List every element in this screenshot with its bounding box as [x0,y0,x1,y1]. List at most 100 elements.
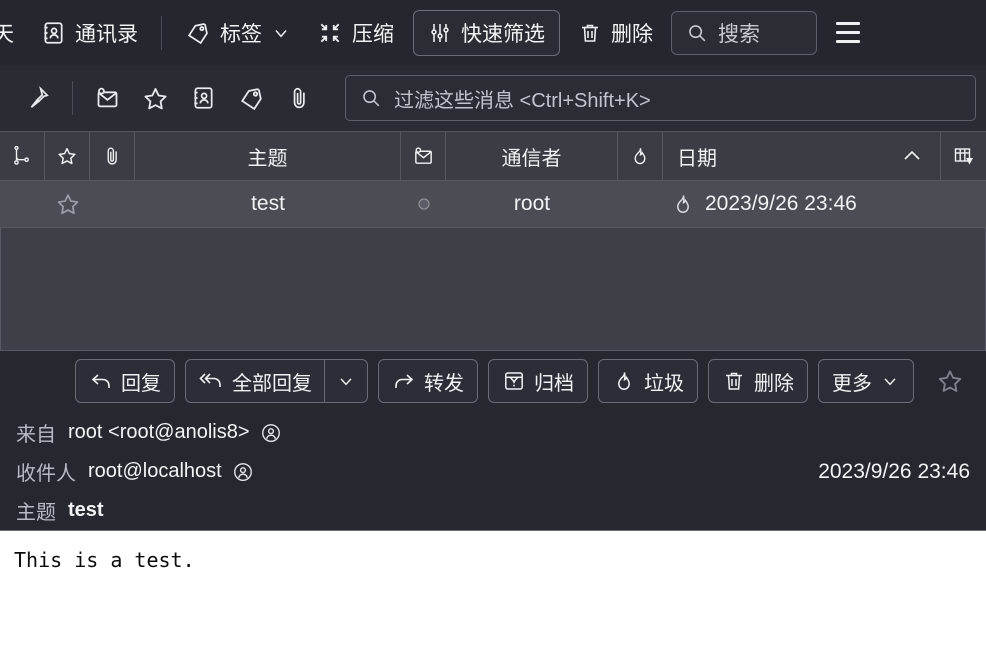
header-to-label: 收件人 [16,463,76,485]
filter-separator [72,81,73,115]
column-header-correspondent-label: 通信者 [501,147,562,170]
address-book-icon [40,20,66,46]
reply-button-label: 回复 [121,372,161,395]
chevron-up-icon [900,144,924,168]
trash-icon [578,21,602,45]
delete-button-label: 删除 [611,22,653,46]
junk-button[interactable]: 垃圾 [598,359,698,403]
tab-chat-label: 聊天 [0,22,14,46]
table-row[interactable]: test root 2023/9/26 23:46 [0,181,986,228]
thunderbird-window: 聊天 通讯录 标签 [0,0,986,660]
tab-address-book-label: 通讯录 [75,22,138,46]
top-toolbar: 聊天 通讯录 标签 [0,0,986,65]
delete-button-label: 删除 [754,372,794,395]
message-body-pane[interactable]: This is a test. [0,530,986,660]
search-icon [686,22,708,44]
contact-circle-icon[interactable] [260,422,282,444]
junk-button-label: 垃圾 [644,372,684,395]
compress-button[interactable]: 压缩 [304,11,407,55]
trash-icon [722,369,746,393]
row-date-cell: 2023/9/26 23:46 [663,192,941,216]
column-header-thread[interactable] [0,132,45,180]
tab-address-book[interactable]: 通讯录 [27,11,151,55]
search-icon [360,87,382,109]
column-header-junk[interactable] [618,132,663,180]
tag-icon [185,20,211,46]
message-star-toggle[interactable] [928,359,972,403]
header-from-value[interactable]: root <root@anolis8> [68,421,250,444]
column-header-correspondent[interactable]: 通信者 [446,132,618,180]
forward-button[interactable]: 转发 [378,359,478,403]
column-header-subject[interactable]: 主题 [135,132,401,180]
column-header-date[interactable]: 日期 [663,132,941,180]
delete-button[interactable]: 删除 [708,359,808,403]
message-list-column-headers: 主题 通信者 日期 [0,131,986,181]
thread-icon [11,145,33,167]
column-header-unread[interactable] [401,132,446,180]
reply-all-split-button: 全部回复 [185,359,368,403]
reply-all-icon [198,369,224,393]
quick-filter-label: 快速筛选 [461,22,545,46]
reply-all-button[interactable]: 全部回复 [186,360,324,402]
header-subject-row: 主题 test [16,491,970,530]
unread-envelope-icon [412,145,435,168]
header-subject-label: 主题 [16,502,56,524]
archive-icon [502,369,526,393]
header-to-value[interactable]: root@localhost [88,460,222,483]
reply-icon [89,369,113,393]
tag-icon[interactable] [227,74,275,122]
row-subject: test [251,192,285,215]
header-subject-value: test [68,499,104,521]
header-from-row: 来自 root <root@anolis8> [16,413,970,452]
sliders-icon [428,21,452,45]
compress-icon [317,20,343,46]
tab-chat[interactable]: 聊天 [0,11,27,55]
column-header-starred[interactable] [45,132,90,180]
archive-button-label: 归档 [534,372,574,395]
row-correspondent: root [513,192,551,215]
search-input[interactable]: 搜索 [671,10,817,55]
quick-filter-bar: 过滤这些消息 <Ctrl+Shift+K> [0,65,986,131]
star-icon[interactable] [131,74,179,122]
message-filter-placeholder: 过滤这些消息 <Ctrl+Shift+K> [394,89,651,112]
compress-button-label: 压缩 [352,22,394,46]
star-icon [936,367,964,395]
message-list[interactable]: test root 2023/9/26 23:46 [0,181,986,351]
header-to-row: 收件人 root@localhost 2023/9/26 23:46 [16,452,970,491]
flame-icon [612,369,636,393]
pin-icon[interactable] [14,74,62,122]
star-icon [56,145,78,167]
quick-filter-button[interactable]: 快速筛选 [413,9,560,56]
column-picker-icon[interactable] [941,132,986,180]
unread-envelope-icon[interactable] [83,74,131,122]
message-reader-pane: 回复 全部回复 转发 归档 垃圾 删除 更多 来自 root <root@ano… [0,351,986,660]
message-action-bar: 回复 全部回复 转发 归档 垃圾 删除 更多 [0,351,986,411]
reply-button[interactable]: 回复 [75,359,175,403]
column-header-attachment[interactable] [90,132,135,180]
read-dot-icon[interactable] [401,194,446,214]
column-header-date-label: 日期 [677,147,717,170]
archive-button[interactable]: 归档 [488,359,588,403]
tag-button[interactable]: 标签 [172,11,304,55]
chevron-down-icon [271,23,291,43]
reply-all-dropdown-toggle[interactable] [324,360,367,402]
star-icon [55,191,81,217]
message-headers: 来自 root <root@anolis8> 收件人 root@localhos… [0,411,986,530]
chevron-down-icon [336,371,356,391]
row-date: 2023/9/26 23:46 [705,192,857,215]
message-body-text: This is a test. [14,548,195,572]
paperclip-icon[interactable] [275,74,323,122]
forward-icon [392,369,416,393]
tag-button-label: 标签 [220,22,262,46]
contact-card-icon[interactable] [179,74,227,122]
paperclip-icon [101,145,123,167]
message-filter-input[interactable]: 过滤这些消息 <Ctrl+Shift+K> [345,75,976,121]
row-star-toggle[interactable] [45,191,90,217]
message-list-empty-area[interactable] [0,228,986,351]
more-button[interactable]: 更多 [818,359,914,403]
toolbar-separator-1 [161,15,162,50]
delete-button-toolbar[interactable]: 删除 [568,10,663,56]
hamburger-icon[interactable] [825,10,871,56]
contact-circle-icon[interactable] [232,461,254,483]
chevron-down-icon [880,371,900,391]
